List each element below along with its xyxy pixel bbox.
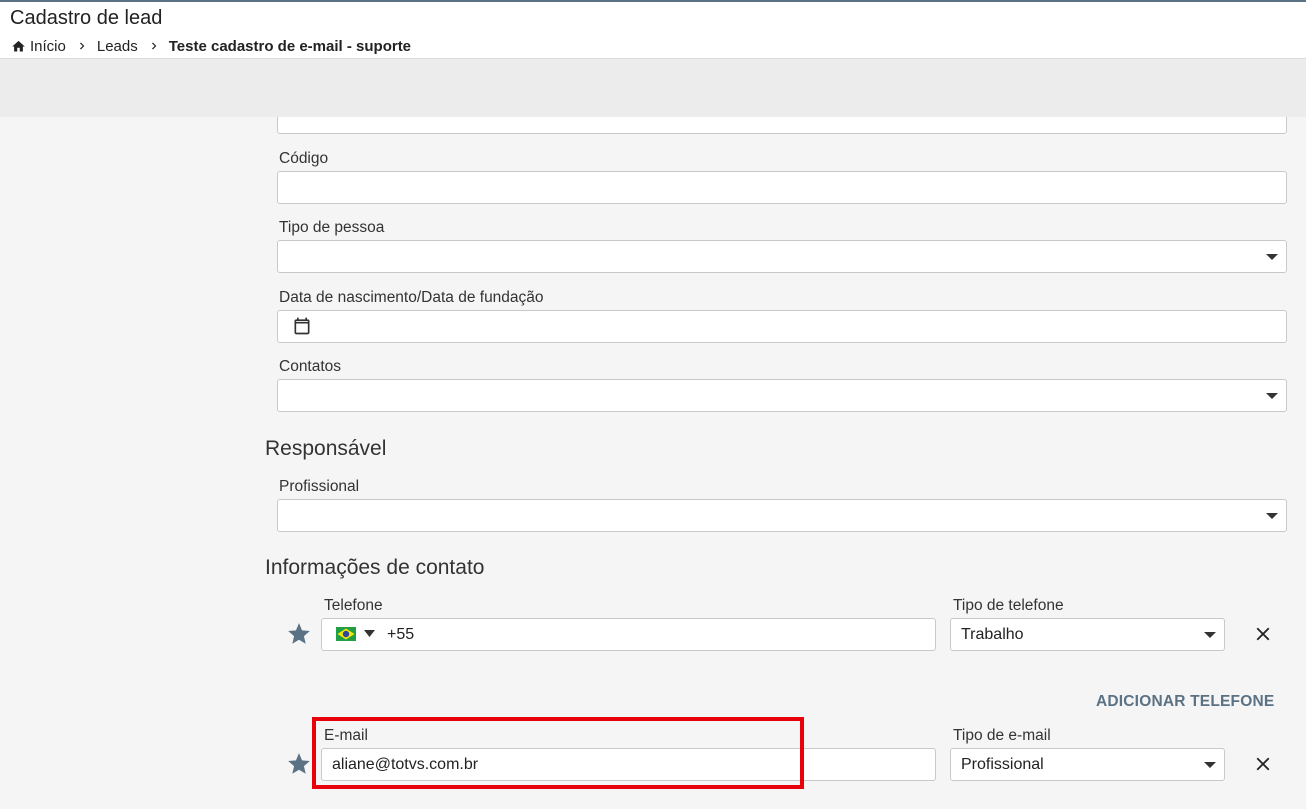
tipo-telefone-select[interactable]: Trabalho xyxy=(950,618,1225,651)
tipo-telefone-label: Tipo de telefone xyxy=(953,597,1064,614)
profissional-select[interactable] xyxy=(277,499,1287,532)
caret-down-icon xyxy=(1266,513,1278,519)
chevron-right-icon xyxy=(75,39,89,53)
partial-field-input[interactable] xyxy=(277,102,1287,134)
calendar-icon[interactable] xyxy=(292,316,312,336)
breadcrumb-home-link[interactable]: Início xyxy=(30,38,66,55)
tipo-email-label: Tipo de e-mail xyxy=(953,727,1051,744)
telefone-label: Telefone xyxy=(324,597,383,614)
caret-down-icon xyxy=(1204,762,1216,768)
tipo-pessoa-label: Tipo de pessoa xyxy=(279,219,385,236)
codigo-label: Código xyxy=(279,150,329,167)
tipo-email-value: Profissional xyxy=(961,755,1044,773)
star-icon[interactable] xyxy=(286,751,312,777)
email-value: aliane@totvs.com.br xyxy=(332,755,479,773)
contatos-select[interactable] xyxy=(277,379,1287,412)
tipo-email-select[interactable]: Profissional xyxy=(950,748,1225,781)
contato-section-title: Informações de contato xyxy=(265,556,485,579)
profissional-label: Profissional xyxy=(279,478,360,495)
caret-down-icon xyxy=(1266,254,1278,260)
tipo-pessoa-select[interactable] xyxy=(277,240,1287,273)
tab-resumo[interactable]: RESUMO xyxy=(0,59,150,117)
page-title: Cadastro de lead xyxy=(10,7,163,29)
data-nascimento-input[interactable] xyxy=(277,310,1287,343)
brazil-flag-icon[interactable] xyxy=(336,627,356,641)
breadcrumb-current: Teste cadastro de e-mail - suporte xyxy=(168,37,412,55)
home-icon[interactable] xyxy=(11,39,26,54)
contatos-label: Contatos xyxy=(279,358,342,375)
breadcrumb: Início Leads Teste cadastro de e-mail - … xyxy=(11,37,411,55)
codigo-input[interactable] xyxy=(277,171,1287,204)
country-caret-icon[interactable] xyxy=(364,630,375,637)
data-nascimento-label: Data de nascimento/Data de fundação xyxy=(279,289,544,306)
tipo-telefone-value: Trabalho xyxy=(961,625,1024,643)
page-header: Cadastro de lead Início Leads Teste cada… xyxy=(0,0,1306,59)
telefone-input[interactable]: +55 xyxy=(321,618,936,651)
email-label: E-mail xyxy=(324,727,368,744)
breadcrumb-leads-link[interactable]: Leads xyxy=(97,38,138,55)
email-input[interactable]: aliane@totvs.com.br xyxy=(321,748,936,781)
close-icon[interactable] xyxy=(1252,623,1274,645)
star-icon[interactable] xyxy=(286,621,312,647)
caret-down-icon xyxy=(1204,632,1216,638)
close-icon[interactable] xyxy=(1252,753,1274,775)
chevron-right-icon xyxy=(147,39,161,53)
caret-down-icon xyxy=(1266,393,1278,399)
add-phone-button[interactable]: ADICIONAR TELEFONE xyxy=(1096,693,1274,711)
responsavel-section-title: Responsável xyxy=(265,437,387,460)
